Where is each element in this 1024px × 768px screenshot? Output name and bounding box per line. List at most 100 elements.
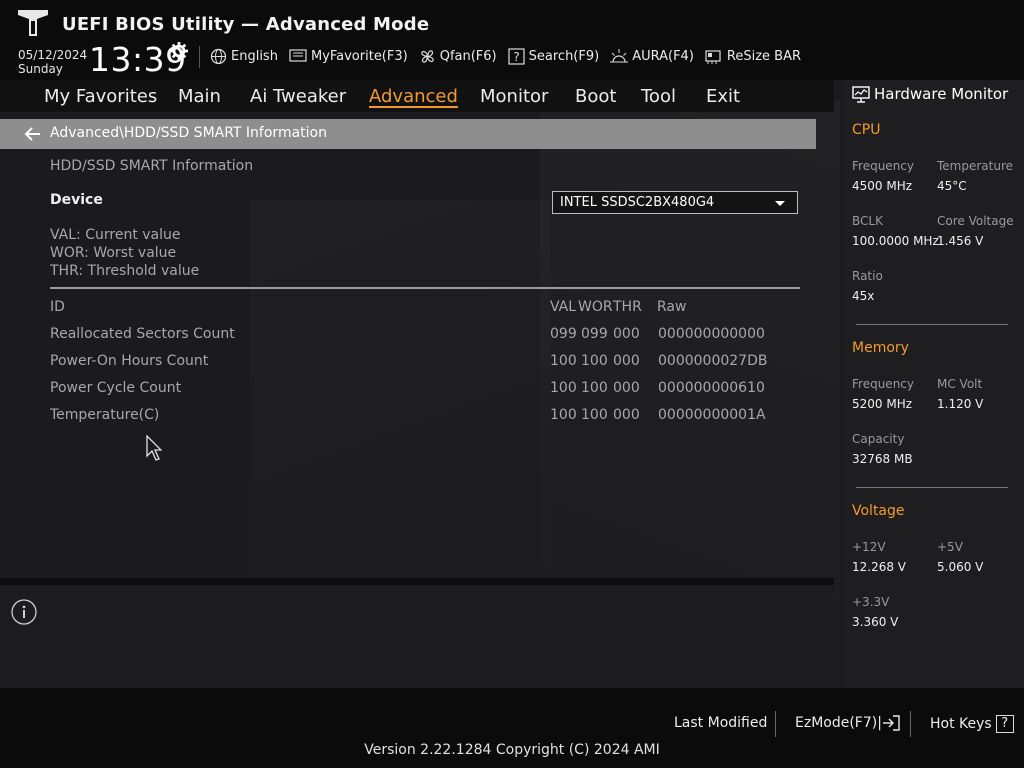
row-val: 100 xyxy=(550,380,577,396)
hot-keys-label: Hot Keys xyxy=(930,716,992,732)
tab-exit[interactable]: Exit xyxy=(706,86,740,107)
cpu-section-title: CPU xyxy=(852,122,881,138)
help-key-icon: ? xyxy=(995,715,1014,733)
cpu-frequency-value: 4500 MHz xyxy=(852,179,913,193)
gear-icon[interactable] xyxy=(170,42,188,60)
ratio-label: Ratio xyxy=(852,269,883,283)
v33-label: +3.3V xyxy=(852,595,890,609)
info-icon xyxy=(11,599,37,625)
resize-bar-icon xyxy=(705,49,721,64)
row-raw: 0000000027DB xyxy=(658,353,768,369)
v5-label: +5V xyxy=(937,540,963,554)
bclk-value: 100.0000 MHz xyxy=(852,234,939,248)
row-val: 100 xyxy=(550,353,577,369)
memory-frequency-label: Frequency xyxy=(852,377,914,391)
row-val: 100 xyxy=(550,407,577,423)
last-modified-button[interactable]: Last Modified xyxy=(674,715,767,731)
monitor-icon xyxy=(852,85,870,103)
resize-bar-label: ReSize BAR xyxy=(726,48,802,64)
fan-icon xyxy=(420,49,434,63)
tab-main[interactable]: Main xyxy=(178,86,221,107)
mc-volt-label: MC Volt xyxy=(937,377,983,391)
row-id: Power Cycle Count xyxy=(50,380,182,396)
table-row[interactable]: Temperature(C) 100 100 000 00000000001A xyxy=(0,407,834,427)
row-raw: 000000000610 xyxy=(658,380,765,396)
legend-wor: WOR: Worst value xyxy=(50,245,177,261)
row-wor: 100 xyxy=(581,380,608,396)
divider xyxy=(50,287,800,289)
row-raw: 00000000001A xyxy=(658,407,766,423)
cpu-temperature-value: 45°C xyxy=(937,179,967,193)
device-select-value: INTEL SSDSC2BX480G4 xyxy=(560,195,715,210)
breadcrumb: Advanced\HDD/SSD SMART Information xyxy=(0,119,816,149)
help-panel xyxy=(0,585,834,688)
ratio-value: 45x xyxy=(852,289,875,303)
language-label: English xyxy=(231,48,278,64)
voltage-section-title: Voltage xyxy=(852,503,905,519)
date-display: 05/12/2024 Sunday xyxy=(18,48,87,76)
back-arrow-icon[interactable] xyxy=(24,126,42,142)
capacity-value: 32768 MB xyxy=(852,452,913,466)
aura-button[interactable]: AURA(F4) xyxy=(610,48,694,65)
ezmode-button[interactable]: EzMode(F7)| xyxy=(795,715,900,731)
row-id: Temperature(C) xyxy=(50,407,160,423)
divider xyxy=(856,487,1008,488)
memory-section-title: Memory xyxy=(852,340,909,356)
language-button[interactable]: English xyxy=(210,48,278,65)
tab-ai-tweaker[interactable]: Ai Tweaker xyxy=(250,86,346,107)
row-id: Reallocated Sectors Count xyxy=(50,326,235,342)
main-menu-bar: My Favorites Main Ai Tweaker Advanced Mo… xyxy=(0,80,834,112)
tab-monitor[interactable]: Monitor xyxy=(480,86,548,107)
row-val: 099 xyxy=(550,326,577,342)
device-label: Device xyxy=(50,192,103,208)
row-wor: 100 xyxy=(581,353,608,369)
row-wor: 100 xyxy=(581,407,608,423)
tab-advanced[interactable]: Advanced xyxy=(369,86,458,107)
legend-thr: THR: Threshold value xyxy=(50,263,200,279)
tab-tool[interactable]: Tool xyxy=(641,86,676,107)
footer-divider xyxy=(775,711,776,737)
row-id: Power-On Hours Count xyxy=(50,353,209,369)
info-divider xyxy=(0,578,834,585)
favorite-icon xyxy=(289,48,307,62)
qfan-button[interactable]: Qfan(F6) xyxy=(419,48,497,65)
last-modified-label: Last Modified xyxy=(674,715,768,731)
row-thr: 000 xyxy=(613,407,640,423)
table-row[interactable]: Power Cycle Count 100 100 000 0000000006… xyxy=(0,380,834,400)
device-select[interactable]: INTEL SSDSC2BX480G4 xyxy=(552,191,798,214)
exit-arrow-icon xyxy=(882,715,900,731)
globe-icon xyxy=(210,48,227,64)
v33-value: 3.360 V xyxy=(852,615,899,629)
divider xyxy=(856,324,1008,325)
v5-value: 5.060 V xyxy=(937,560,984,574)
myfavorite-button[interactable]: MyFavorite(F3) xyxy=(289,49,408,64)
row-thr: 000 xyxy=(613,353,640,369)
day-text: Sunday xyxy=(18,62,63,76)
search-button[interactable]: ? Search(F9) xyxy=(508,47,599,65)
myfavorite-label: MyFavorite(F3) xyxy=(310,48,408,64)
date-text: 05/12/2024 xyxy=(18,48,88,62)
capacity-label: Capacity xyxy=(852,432,905,446)
resize-bar-button[interactable]: ReSize BAR xyxy=(705,48,801,65)
cpu-temperature-label: Temperature xyxy=(937,159,1014,173)
toolbar: English MyFavorite(F3) Qfan(F6) ? Search… xyxy=(210,46,812,66)
tab-boot[interactable]: Boot xyxy=(575,86,616,107)
hot-keys-button[interactable]: Hot Keys ? xyxy=(930,715,1014,733)
mouse-cursor-icon xyxy=(146,435,162,461)
header-divider xyxy=(199,46,200,68)
column-header-id: ID xyxy=(50,299,65,315)
mc-volt-value: 1.120 V xyxy=(937,397,984,411)
tab-my-favorites[interactable]: My Favorites xyxy=(44,86,157,107)
app-title: UEFI BIOS Utility — Advanced Mode xyxy=(62,14,430,35)
svg-text:?: ? xyxy=(513,50,519,64)
row-raw: 000000000000 xyxy=(658,326,765,342)
aura-icon xyxy=(610,48,629,62)
row-thr: 000 xyxy=(613,380,640,396)
tuf-logo-icon xyxy=(18,10,48,36)
core-voltage-value: 1.456 V xyxy=(937,234,984,248)
table-row[interactable]: Reallocated Sectors Count 099 099 000 00… xyxy=(0,326,834,346)
footer-divider xyxy=(910,711,911,737)
table-row[interactable]: Power-On Hours Count 100 100 000 0000000… xyxy=(0,353,834,373)
column-header-thr: THR xyxy=(613,299,642,315)
column-header-wor: WOR xyxy=(578,299,613,315)
